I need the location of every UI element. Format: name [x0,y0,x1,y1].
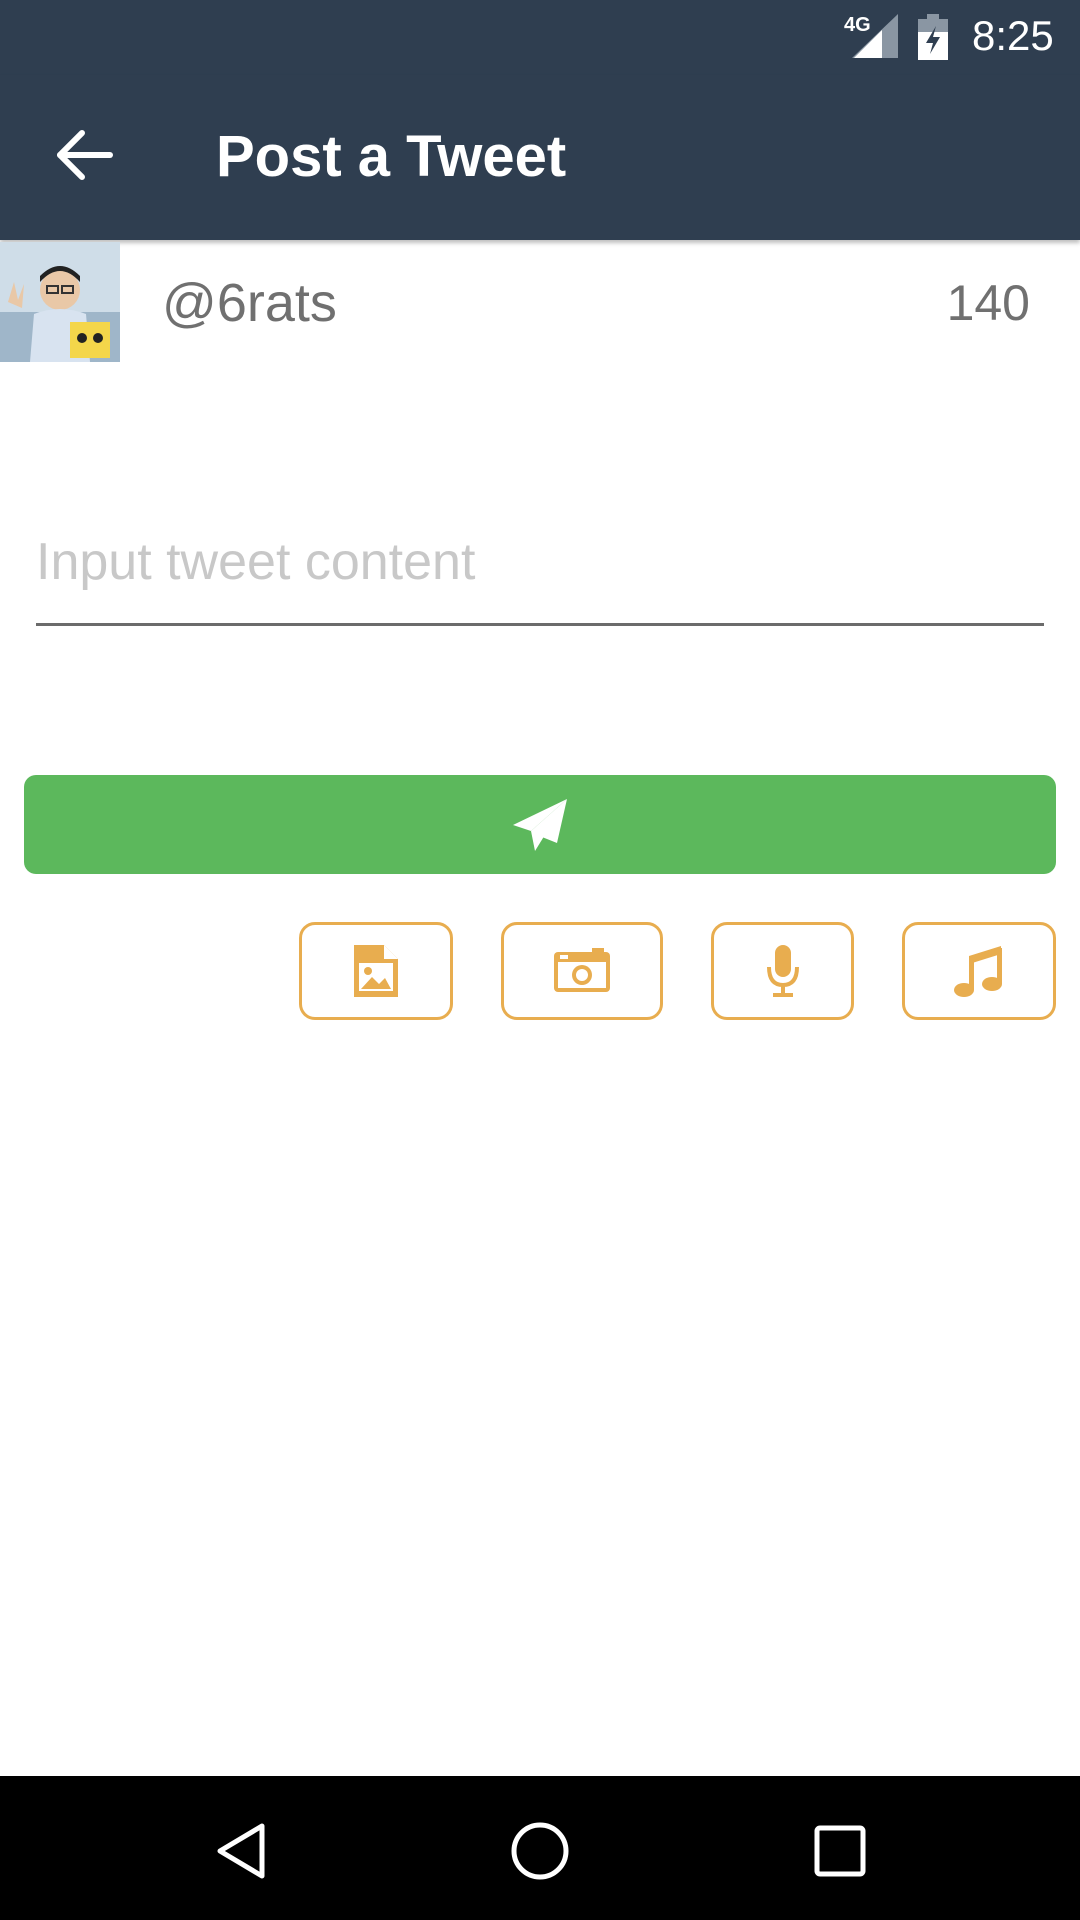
record-audio-button[interactable] [711,922,854,1020]
send-tweet-button[interactable] [24,775,1056,874]
take-photo-button[interactable] [501,922,663,1020]
cell-signal-icon [852,14,898,58]
avatar [0,242,120,362]
recents-square-icon[interactable] [805,1816,875,1886]
system-navigation-bar [0,1776,1080,1920]
app-toolbar: Post a Tweet [0,75,1080,240]
camera-icon [554,948,610,992]
page-title: Post a Tweet [216,124,567,189]
user-handle: @6rats [162,273,337,333]
music-note-icon [954,946,1002,997]
user-row: @6rats 140 [0,242,1080,364]
attach-music-button[interactable] [902,922,1056,1020]
status-bar: 4G 8:25 [0,0,1080,75]
battery-charging-icon [918,14,948,60]
image-file-icon [354,945,398,997]
clock: 8:25 [972,12,1054,59]
back-triangle-icon[interactable] [206,1816,276,1886]
paper-plane-icon [513,798,567,851]
avatar-photo [0,242,120,362]
character-counter: 140 [946,275,1030,331]
attach-image-button[interactable] [299,922,453,1020]
tweet-content-input[interactable] [36,500,1044,626]
arrow-left-icon[interactable] [50,125,120,185]
home-circle-icon[interactable] [505,1816,575,1886]
microphone-icon [766,945,799,997]
